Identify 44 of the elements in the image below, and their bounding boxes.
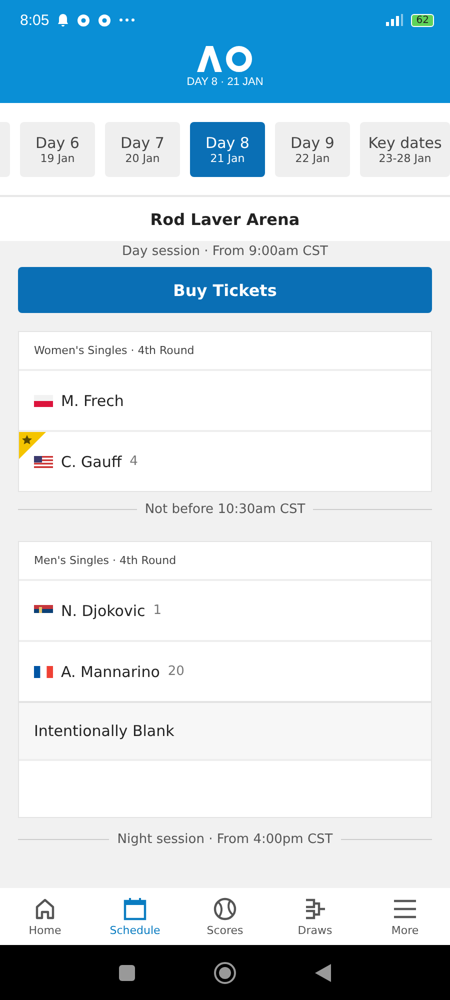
nav-item[interactable]: Home (0, 888, 90, 945)
player-seed: 4 (130, 454, 138, 469)
flag-icon (34, 456, 53, 468)
session-time: Night session · From 4:00pm CST (117, 832, 333, 847)
flag-icon (34, 394, 53, 406)
court-title: Rod Laver Arena (0, 195, 450, 241)
day-tab[interactable]: Day 8 21 Jan (190, 122, 265, 176)
session-time: Not before 10:30am CST (144, 502, 306, 517)
flag-icon (34, 666, 53, 678)
buy-tickets-button[interactable]: Buy Tickets (18, 267, 432, 313)
back-icon[interactable] (315, 964, 331, 982)
player-seed: 20 (168, 664, 184, 679)
logo (197, 46, 253, 72)
day-tab[interactable]: Key dates 23-28 Jan (360, 122, 450, 176)
home-button-icon[interactable] (213, 960, 237, 984)
calendar-icon (123, 896, 147, 920)
header-date: DAY 8 · 21 JAN (186, 76, 264, 88)
day-tab[interactable]: Day 6 19 Jan (20, 122, 95, 176)
event-label: Men's Singles · 4th Round (34, 554, 176, 567)
nav-item[interactable]: More (360, 888, 450, 945)
match-card[interactable]: Men's Singles · 4th Round N. Djokovic 1 A. Mannarino 20 (18, 541, 432, 702)
player-name: N. Djokovic (61, 602, 146, 620)
battery-icon: 62 (411, 14, 434, 26)
match-card[interactable]: Women's Singles · 4th Round M. Frech C. Gauff 4 (18, 331, 432, 492)
player-name: A. Mannarino (61, 662, 160, 680)
bracket-icon (303, 896, 327, 920)
nav-item[interactable]: Draws (270, 888, 360, 945)
recents-icon[interactable] (119, 964, 135, 980)
player-name: C. Gauff (61, 452, 122, 470)
player-seed: 1 (153, 603, 162, 618)
session-time: Day session · From 9:00am CST (122, 244, 328, 259)
blank-label: Intentionally Blank (34, 722, 174, 740)
day-tab[interactable]: Day 7 20 Jan (105, 122, 180, 176)
bell-icon (57, 13, 70, 27)
day-tab[interactable]: Day 9 22 Jan (275, 122, 350, 176)
home-icon (33, 896, 57, 920)
more-icon (119, 18, 136, 22)
ball-icon (213, 896, 237, 920)
status-time: 8:05 (20, 12, 50, 28)
event-label: Women's Singles · 4th Round (34, 344, 194, 357)
signal-icon (385, 14, 404, 26)
nav-item[interactable]: Scores (180, 888, 270, 945)
player-name: M. Frech (61, 392, 124, 410)
nav-item[interactable]: Schedule (90, 888, 180, 945)
